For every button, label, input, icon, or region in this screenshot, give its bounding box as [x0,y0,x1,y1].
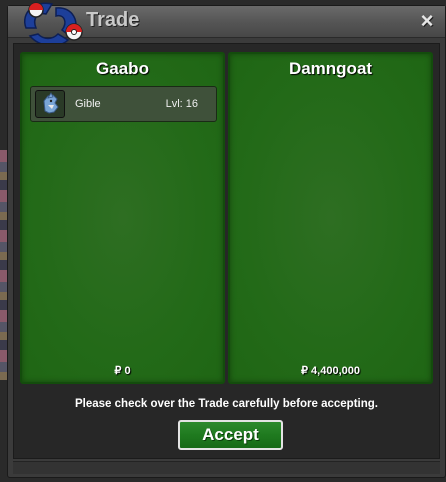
trade-notice: Please check over the Trade carefully be… [75,398,378,410]
right-trade-panel: Damngoat ₽ 4,400,000 [228,52,433,384]
gible-icon [35,90,65,118]
right-money: ₽ 4,400,000 [301,365,360,377]
window-title: Trade [86,9,140,31]
window-footer [13,461,440,474]
left-player-name: Gaabo [96,59,149,78]
left-money: ₽ 0 [114,365,131,377]
right-player-name: Damngoat [288,59,373,78]
trade-item-gible[interactable]: Gible Lvl: 16 [30,86,217,122]
left-trade-panel: Gaabo Gible Lvl: 16 ₽ 0 [20,52,225,384]
close-icon[interactable]: × [417,10,437,32]
item-name: Gible [75,98,101,110]
trade-content: Gaabo Gible Lvl: 16 ₽ 0 Damngoat ₽ 4,400… [13,43,440,459]
accept-button[interactable]: Accept [178,420,283,450]
item-level: Lvl: 16 [165,98,198,110]
trade-window: Trade × Gaabo Gible Lvl: 16 ₽ 0 Damngoat… [7,2,446,478]
